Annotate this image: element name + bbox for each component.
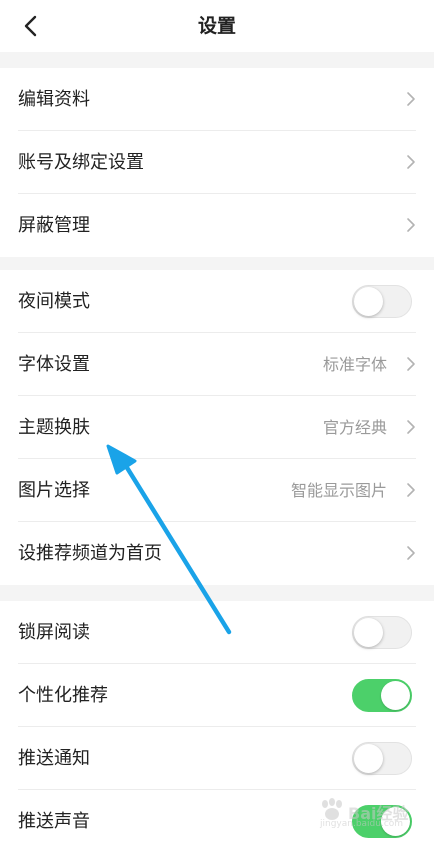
push-sound-toggle[interactable] bbox=[352, 805, 412, 838]
settings-item-label: 屏蔽管理 bbox=[18, 215, 90, 236]
settings-screen: 设置 编辑资料 账号及绑定设置 屏蔽管理 夜间模式 字体设置 标准字体 主题换肤… bbox=[0, 0, 434, 852]
night-mode-toggle[interactable] bbox=[352, 285, 412, 318]
settings-item-push-sound: 推送声音 bbox=[0, 790, 434, 852]
header: 设置 bbox=[0, 0, 434, 52]
settings-item-lock-screen-reading: 锁屏阅读 bbox=[0, 601, 434, 664]
push-notification-toggle[interactable] bbox=[352, 742, 412, 775]
settings-item-theme[interactable]: 主题换肤 官方经典 bbox=[0, 396, 434, 459]
settings-item-label: 设推荐频道为首页 bbox=[18, 543, 162, 564]
chevron-right-icon bbox=[407, 357, 415, 371]
settings-item-font[interactable]: 字体设置 标准字体 bbox=[0, 333, 434, 396]
settings-item-night-mode: 夜间模式 bbox=[0, 270, 434, 333]
lock-screen-reading-toggle[interactable] bbox=[352, 616, 412, 649]
personalized-recommendation-toggle[interactable] bbox=[352, 679, 412, 712]
settings-item-label: 主题换肤 bbox=[18, 417, 90, 438]
chevron-right-icon bbox=[407, 92, 415, 106]
settings-group-account: 编辑资料 账号及绑定设置 屏蔽管理 bbox=[0, 68, 434, 257]
settings-group-notifications: 锁屏阅读 个性化推荐 推送通知 推送声音 bbox=[0, 601, 434, 852]
settings-item-image-selection[interactable]: 图片选择 智能显示图片 bbox=[0, 459, 434, 522]
settings-item-value: 智能显示图片 bbox=[290, 481, 387, 500]
settings-item-label: 夜间模式 bbox=[18, 291, 90, 312]
settings-item-default-channel[interactable]: 设推荐频道为首页 bbox=[0, 522, 434, 585]
settings-item-label: 图片选择 bbox=[18, 480, 90, 501]
settings-item-push-notification: 推送通知 bbox=[0, 727, 434, 790]
settings-item-label: 账号及绑定设置 bbox=[18, 152, 144, 173]
settings-item-label: 字体设置 bbox=[18, 354, 90, 375]
chevron-right-icon bbox=[407, 420, 415, 434]
settings-item-label: 推送声音 bbox=[18, 811, 90, 832]
chevron-right-icon bbox=[407, 155, 415, 169]
settings-item-value: 标准字体 bbox=[322, 355, 387, 374]
settings-item-label: 推送通知 bbox=[18, 748, 90, 769]
chevron-right-icon bbox=[407, 546, 415, 560]
toggle-knob bbox=[354, 287, 383, 316]
chevron-right-icon bbox=[407, 218, 415, 232]
toggle-knob bbox=[381, 681, 410, 710]
settings-item-label: 编辑资料 bbox=[18, 89, 90, 110]
settings-item-account-binding[interactable]: 账号及绑定设置 bbox=[0, 131, 434, 194]
chevron-right-icon bbox=[407, 483, 415, 497]
settings-item-value: 官方经典 bbox=[322, 418, 387, 437]
settings-item-block-management[interactable]: 屏蔽管理 bbox=[0, 194, 434, 257]
settings-item-label: 个性化推荐 bbox=[18, 685, 108, 706]
toggle-knob bbox=[354, 618, 383, 647]
toggle-knob bbox=[354, 744, 383, 773]
settings-item-edit-profile[interactable]: 编辑资料 bbox=[0, 68, 434, 131]
toggle-knob bbox=[381, 807, 410, 836]
settings-group-display: 夜间模式 字体设置 标准字体 主题换肤 官方经典 图片选择 智能显示图片 设推荐… bbox=[0, 270, 434, 585]
settings-item-personalized-recommendation: 个性化推荐 bbox=[0, 664, 434, 727]
settings-item-label: 锁屏阅读 bbox=[18, 622, 90, 643]
page-title: 设置 bbox=[197, 15, 236, 37]
